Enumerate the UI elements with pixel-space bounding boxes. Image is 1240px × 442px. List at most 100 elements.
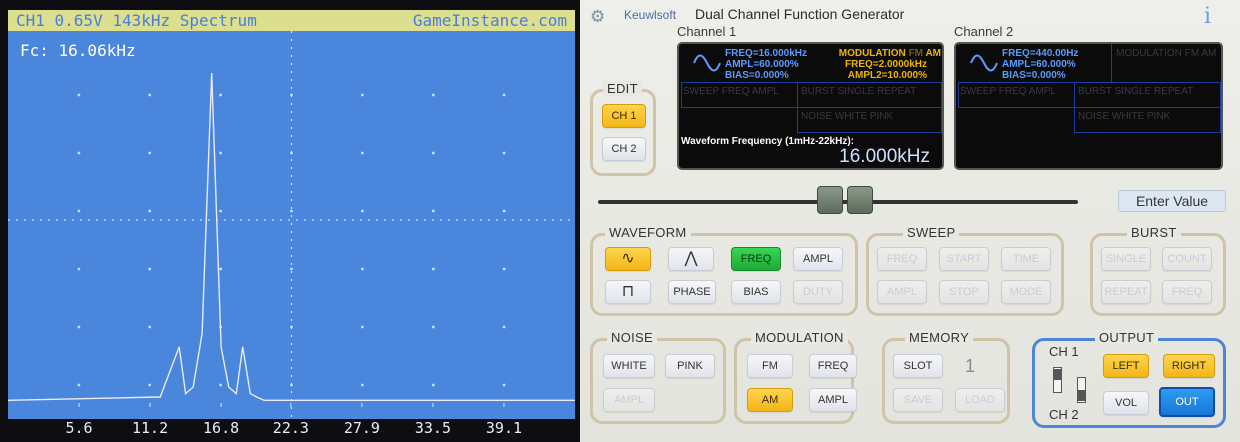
memory-load-button[interactable]: LOAD — [955, 388, 1005, 412]
ch1-output-switch[interactable] — [1053, 367, 1062, 393]
spectrum-scope-panel: CH1 0.65V 143kHz Spectrum GameInstance.c… — [0, 0, 578, 442]
ch1-sweep-row: SWEEP FREQ AMPL — [683, 86, 779, 97]
info-icon[interactable]: i — [1204, 6, 1211, 28]
grid-dot — [219, 151, 223, 155]
noise-ampl-button[interactable]: AMPL — [603, 388, 655, 412]
output-ch2-label: CH 2 — [1049, 407, 1079, 422]
ch1-bias: BIAS=0.000% — [725, 70, 789, 81]
channel-2-display[interactable]: SWEEP FREQ AMPL BURST SINGLE REPEAT NOIS… — [954, 42, 1223, 170]
edit-group: EDIT CH 1 CH 2 — [590, 81, 656, 176]
noise-pink-button[interactable]: PINK — [665, 354, 715, 378]
waveform-group: WAVEFORM ∿ ⋀ FREQ AMPL ⊓ PHASE BIAS DUTY — [590, 225, 858, 316]
ch1-mod-am: AM — [925, 48, 941, 59]
sweep-start-button[interactable]: START — [939, 247, 989, 271]
square-icon: ⊓ — [621, 283, 635, 300]
burst-repeat-button[interactable]: REPEAT — [1101, 280, 1151, 304]
freq-button[interactable]: FREQ — [731, 247, 781, 271]
sweep-stop-button[interactable]: STOP — [939, 280, 989, 304]
x-tick-label: 27.9 — [343, 419, 380, 437]
bias-button[interactable]: BIAS — [731, 280, 781, 304]
grid-dot — [502, 325, 506, 329]
sine-wave-button[interactable]: ∿ — [605, 247, 651, 271]
ch1-modulation: MODULATION FM AM FREQ=2.0000kHz AMPL2=10… — [837, 48, 941, 81]
ch2-bias: BIAS=0.000% — [1002, 70, 1066, 81]
burst-group: BURST SINGLE COUNT REPEAT FREQ — [1090, 225, 1226, 316]
ch2-burst-row: BURST SINGLE REPEAT — [1078, 86, 1194, 97]
noise-white-button[interactable]: WHITE — [603, 354, 655, 378]
sweep-ampl-button[interactable]: AMPL — [877, 280, 927, 304]
burst-single-button[interactable]: SINGLE — [1101, 247, 1151, 271]
grid-dot — [431, 383, 435, 387]
enter-value-button[interactable]: Enter Value — [1118, 190, 1226, 212]
burst-freq-button[interactable]: FREQ — [1162, 280, 1212, 304]
app-title: Dual Channel Function Generator — [695, 6, 905, 22]
grid-dot — [77, 267, 81, 271]
output-left-button[interactable]: LEFT — [1103, 354, 1149, 378]
burst-count-button[interactable]: COUNT — [1162, 247, 1212, 271]
mod-ampl-button[interactable]: AMPL — [809, 388, 857, 412]
output-right-button[interactable]: RIGHT — [1163, 354, 1215, 378]
grid-dot — [502, 151, 506, 155]
x-tick-label: 11.2 — [132, 419, 169, 437]
x-tick-label: 39.1 — [485, 419, 523, 437]
x-tick-label: 5.6 — [65, 419, 93, 437]
output-out-button[interactable]: OUT — [1159, 387, 1215, 417]
sine-wave-icon — [970, 54, 998, 72]
noise-group: NOISE WHITE PINK AMPL — [590, 330, 726, 424]
sweep-freq-button[interactable]: FREQ — [877, 247, 927, 271]
grid-dot — [148, 325, 152, 329]
mod-am-button[interactable]: AM — [747, 388, 793, 412]
grid-dot — [77, 151, 81, 155]
memory-save-button[interactable]: SAVE — [893, 388, 943, 412]
grid-dot — [290, 209, 293, 213]
frequency-slider-thumb[interactable] — [817, 186, 873, 216]
mod-freq-button[interactable]: FREQ — [809, 354, 857, 378]
grid-dot — [431, 93, 435, 97]
grid-dot — [360, 151, 364, 155]
edit-ch2-button[interactable]: CH 2 — [602, 137, 646, 161]
scope-title-bar: CH1 0.65V 143kHz Spectrum GameInstance.c… — [8, 10, 575, 31]
triangle-wave-button[interactable]: ⋀ — [668, 247, 714, 271]
center-frequency-label: Fc: 16.06kHz — [20, 41, 136, 60]
sweep-group: SWEEP FREQ START TIME AMPL STOP MODE — [866, 225, 1064, 316]
memory-slot-button[interactable]: SLOT — [893, 354, 943, 378]
duty-button[interactable]: DUTY — [793, 280, 843, 304]
ch2-freq: FREQ=440.00Hz — [1002, 48, 1079, 59]
phase-button[interactable]: PHASE — [668, 280, 716, 304]
square-wave-button[interactable]: ⊓ — [605, 280, 651, 304]
ch2-output-switch[interactable] — [1077, 377, 1086, 403]
grid-dot — [502, 209, 506, 213]
grid-dot — [148, 93, 152, 97]
grid-dot — [360, 267, 364, 271]
ch1-mod-title: MODULATION — [838, 48, 906, 59]
output-group-label: OUTPUT — [1095, 330, 1159, 345]
grid-dot — [77, 325, 81, 329]
grid-dot — [77, 383, 81, 387]
scope-screen: Fc: 16.06kHz — [8, 31, 575, 419]
ch2-sweep-row: SWEEP FREQ AMPL — [960, 86, 1056, 97]
grid-dot — [502, 93, 506, 97]
gear-icon[interactable]: ⚙ — [590, 8, 605, 25]
ch1-noise-row: NOISE WHITE PINK — [801, 111, 894, 122]
output-ch1-label: CH 1 — [1049, 344, 1079, 359]
memory-slot-value: 1 — [965, 356, 976, 376]
sweep-time-button[interactable]: TIME — [1001, 247, 1051, 271]
screenshot-root: CH1 0.65V 143kHz Spectrum GameInstance.c… — [0, 0, 1240, 442]
grid-dot — [360, 383, 364, 387]
grid-dot — [148, 151, 152, 155]
grid-dot — [77, 93, 81, 97]
ch1-freq: FREQ=16.000kHz — [725, 48, 807, 59]
ch1-mod-freq: FREQ=2.0000kHz — [845, 59, 927, 70]
grid-dot — [431, 267, 435, 271]
mod-fm-button[interactable]: FM — [747, 354, 793, 378]
grid-dot — [148, 267, 152, 271]
edit-ch1-button[interactable]: CH 1 — [602, 104, 646, 128]
channel-1-label: Channel 1 — [677, 24, 737, 39]
ampl-button[interactable]: AMPL — [793, 247, 843, 271]
scope-x-axis-ticks: 5.6 11.2 16.8 22.3 27.9 33.5 39.1 — [8, 419, 575, 437]
burst-group-label: BURST — [1127, 225, 1181, 240]
output-vol-button[interactable]: VOL — [1103, 391, 1149, 415]
grid-dot — [219, 209, 223, 213]
sweep-mode-button[interactable]: MODE — [1001, 280, 1051, 304]
channel-1-display[interactable]: SWEEP FREQ AMPL BURST SINGLE REPEAT NOIS… — [677, 42, 944, 170]
